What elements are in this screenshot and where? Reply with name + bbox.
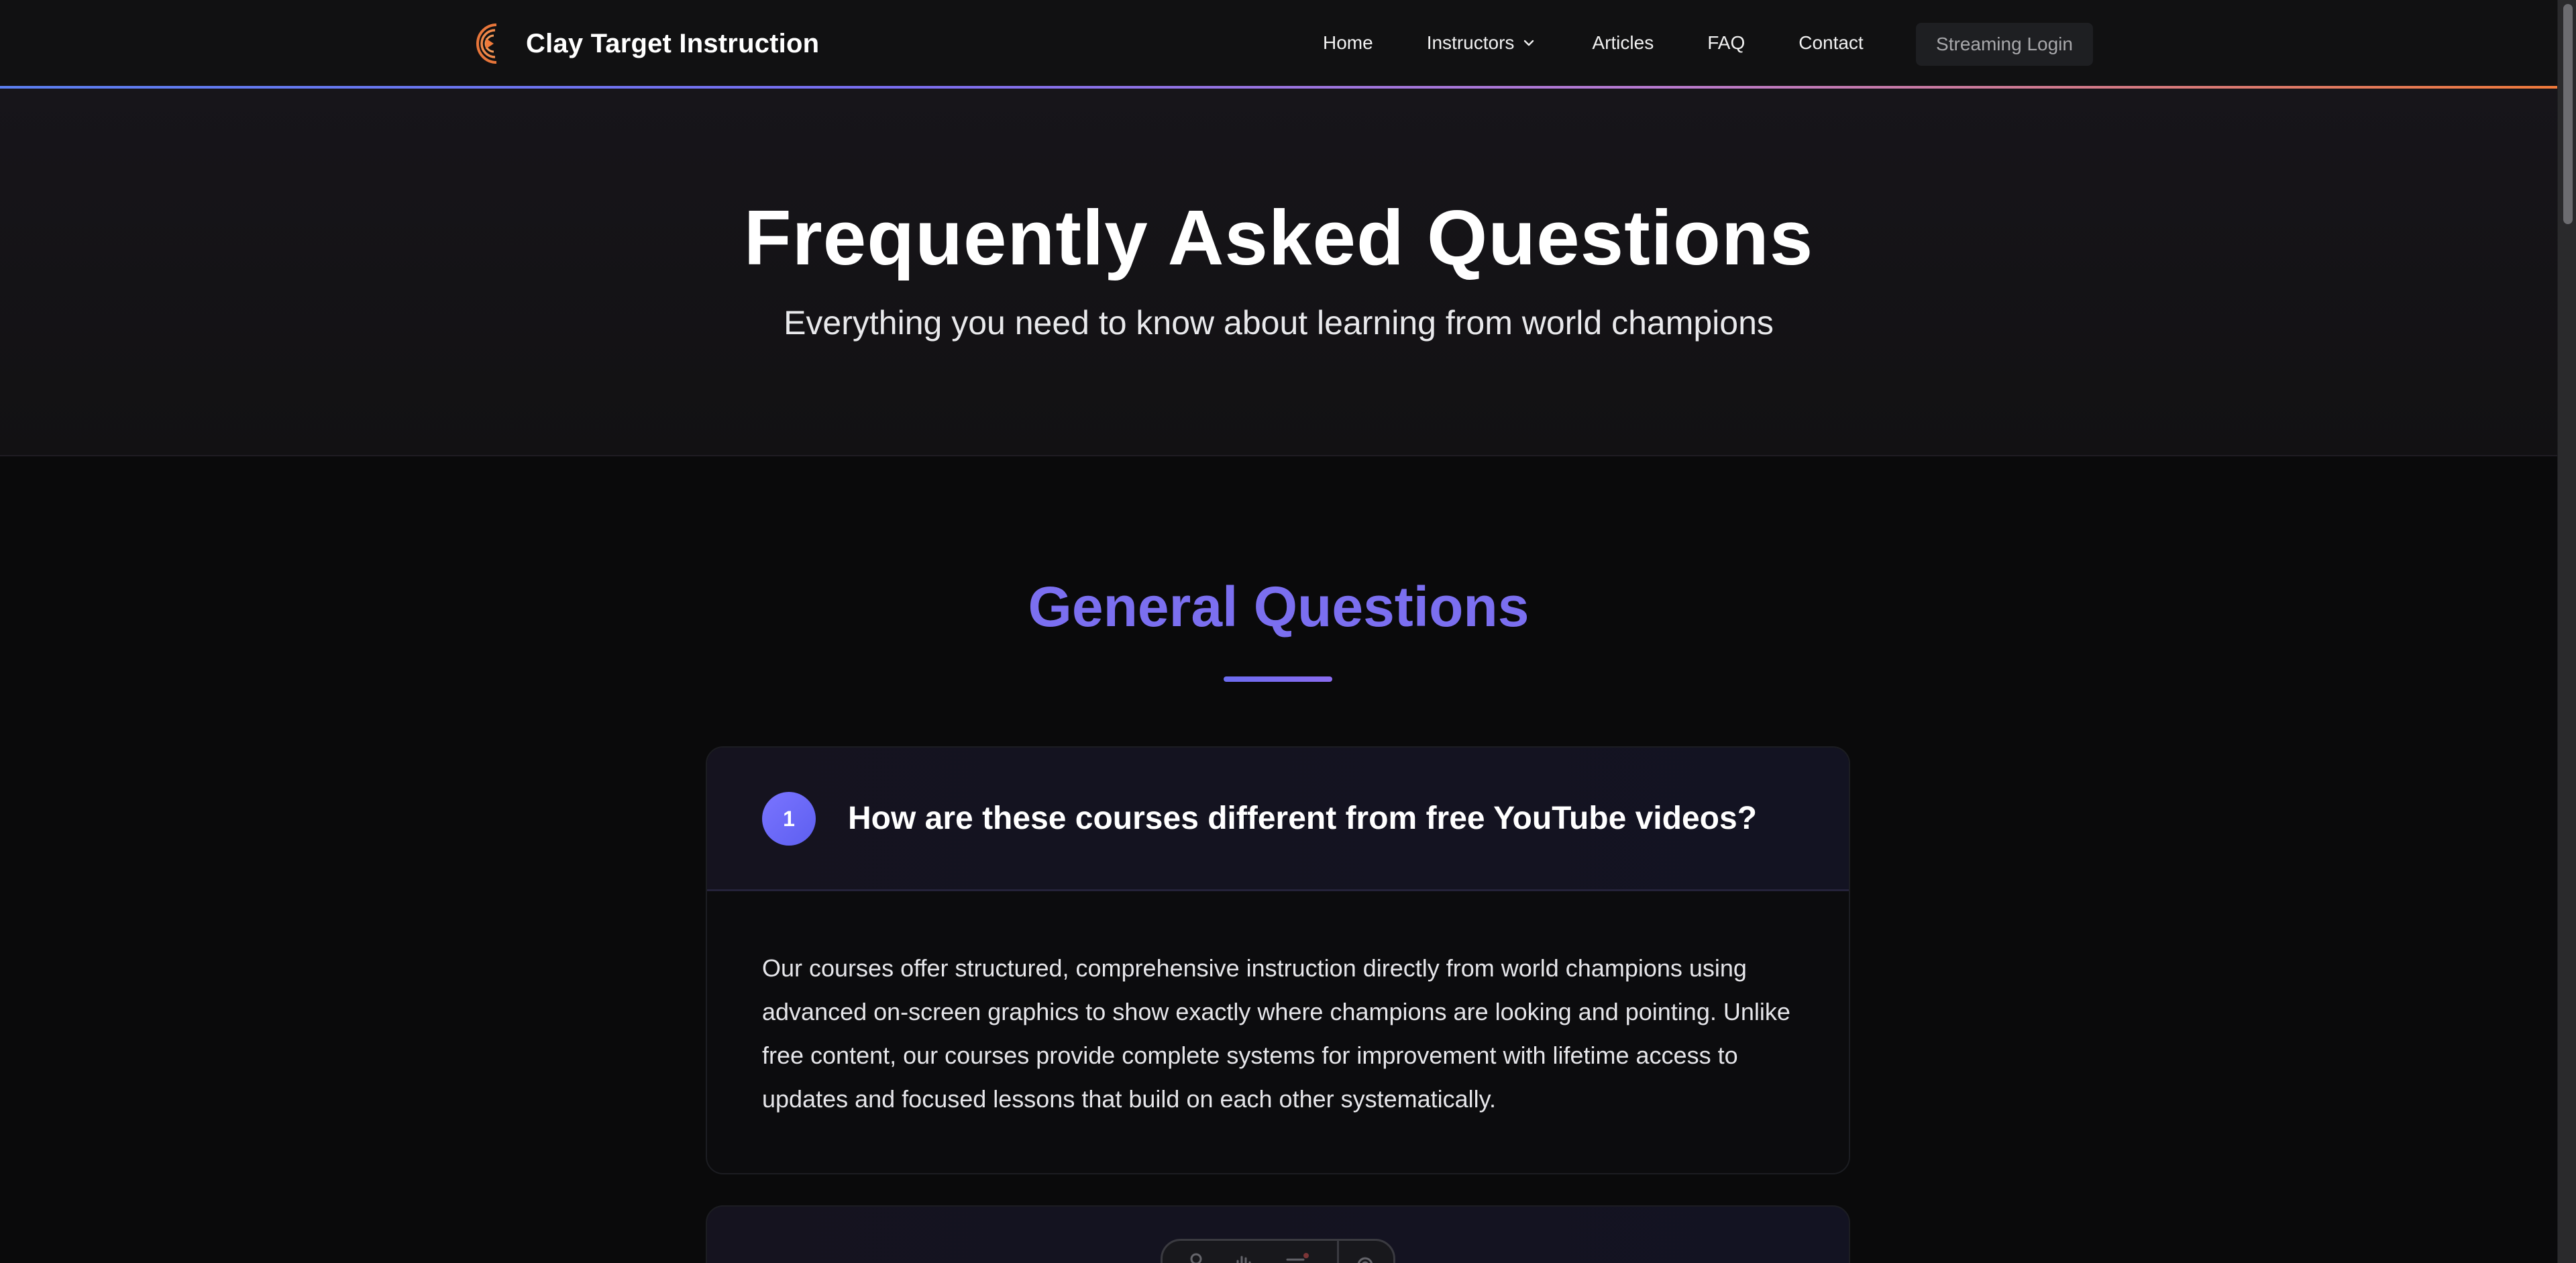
list-icon — [1286, 1253, 1309, 1261]
nav-home[interactable]: Home — [1323, 26, 1373, 60]
streaming-login-button[interactable]: Streaming Login — [1916, 23, 2093, 66]
nav-instructors-label: Instructors — [1426, 32, 1515, 53]
nav-instructors-dropdown[interactable]: Instructors — [1427, 26, 1536, 60]
hand-icon — [1236, 1256, 1251, 1263]
page-scrollbar[interactable] — [2557, 0, 2576, 1263]
faq-item: 1 How are these courses different from f… — [706, 746, 1850, 1174]
chevron-down-icon — [1524, 40, 1534, 46]
person-icon — [1190, 1253, 1202, 1263]
toolbar-divider — [1337, 1241, 1339, 1263]
faq-question-text: How are these courses different from fre… — [848, 801, 1757, 836]
nav-faq[interactable]: FAQ — [1707, 26, 1745, 60]
brand-home-link[interactable]: Clay Target Instruction — [466, 16, 819, 71]
brand-name: Clay Target Instruction — [526, 28, 820, 58]
hero-banner: Frequently Asked Questions Everything yo… — [0, 89, 2557, 456]
faq-question-toggle[interactable]: 1 How are these courses different from f… — [707, 748, 1849, 891]
nav-articles[interactable]: Articles — [1592, 26, 1654, 60]
faq-page: Clay Target Instruction Home Instructors… — [0, 0, 2576, 1263]
page-subtitle: Everything you need to know about learni… — [784, 304, 1774, 342]
gear-icon — [1357, 1257, 1373, 1263]
nav-contact[interactable]: Contact — [1799, 26, 1864, 60]
video-graphics-toolbar — [1161, 1239, 1395, 1263]
section-title-underline — [1224, 676, 1332, 682]
faq-number-badge: 1 — [762, 792, 816, 846]
page-title: Frequently Asked Questions — [743, 194, 1814, 281]
faq-item-next[interactable] — [706, 1205, 1850, 1263]
scrollbar-thumb[interactable] — [2563, 4, 2573, 224]
main-nav: Home Instructors Articles FAQ Contact — [1323, 26, 1912, 60]
section-title: General Questions — [1028, 575, 1529, 638]
brand-logo-icon — [476, 23, 497, 64]
top-navbar: Clay Target Instruction Home Instructors… — [0, 0, 2557, 86]
faq-answer-text: Our courses offer structured, comprehens… — [762, 954, 1790, 1113]
